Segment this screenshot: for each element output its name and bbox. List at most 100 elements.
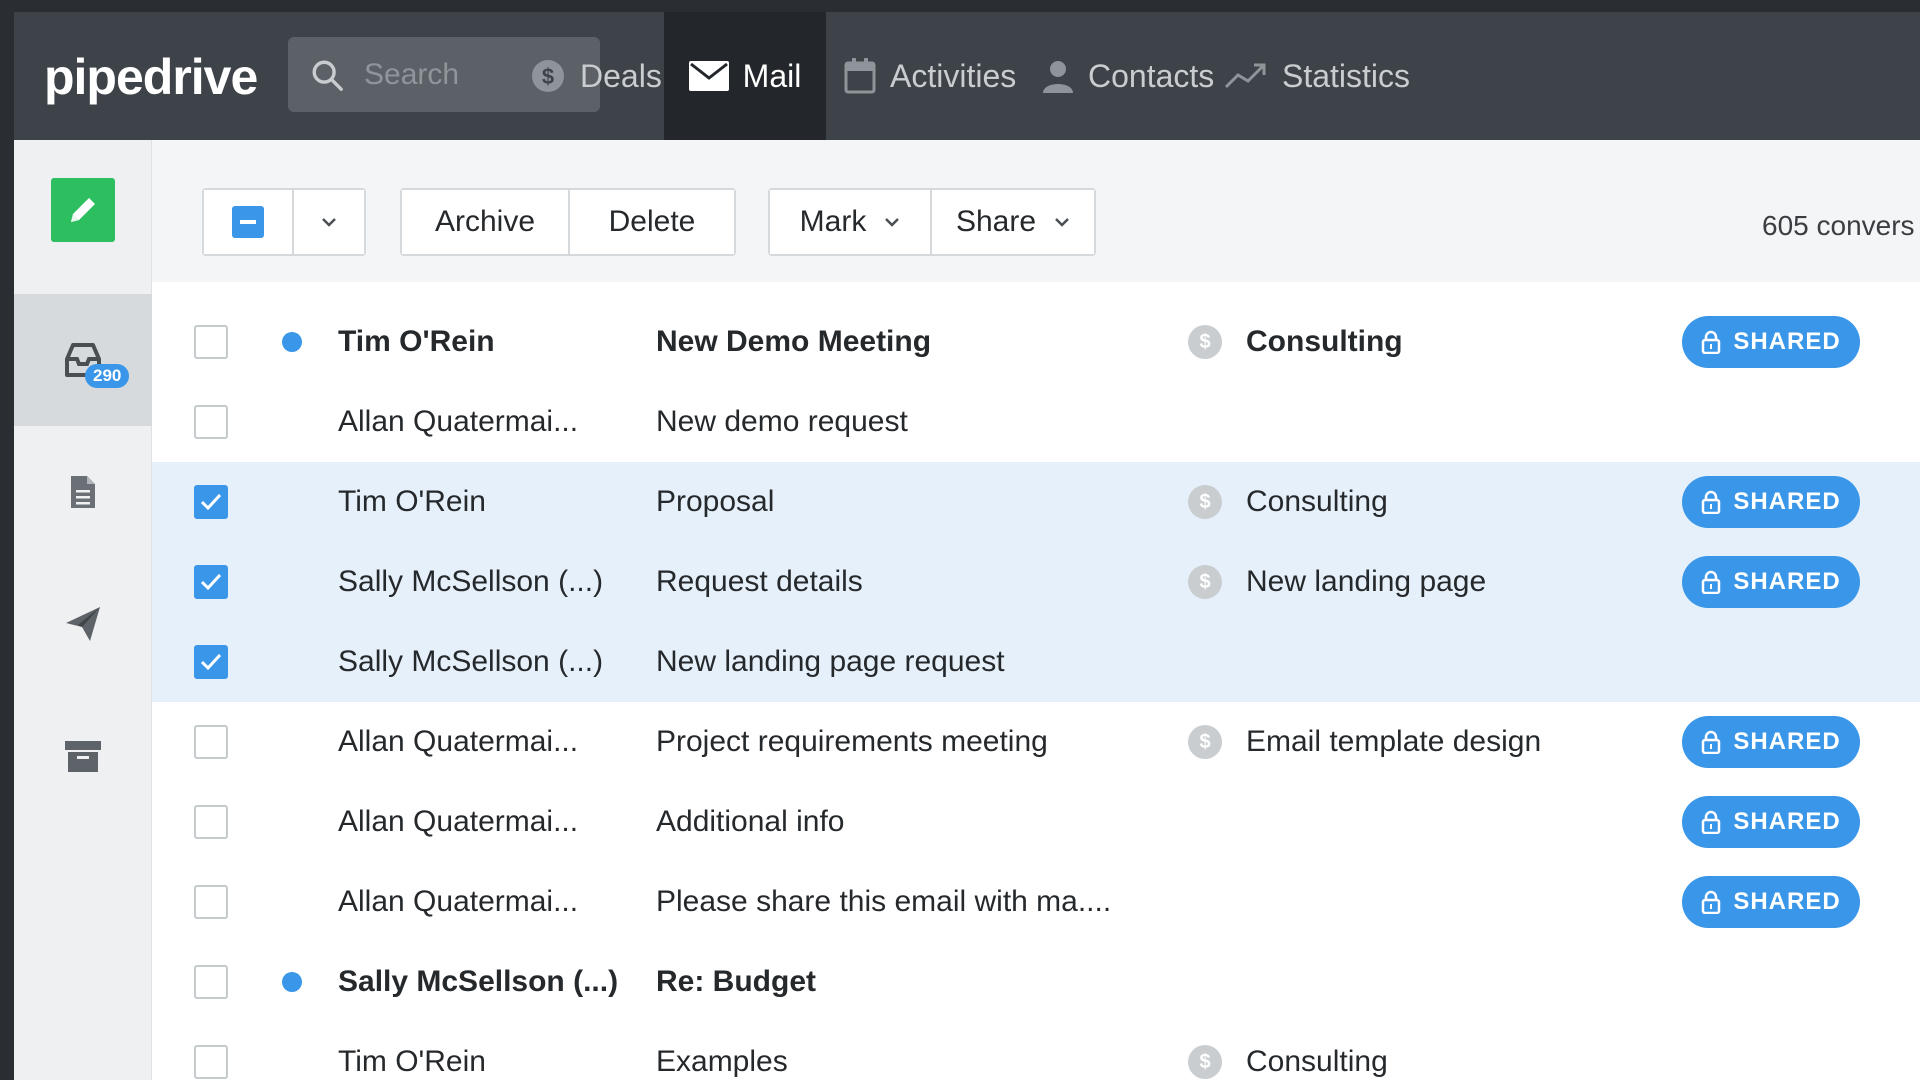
conversation-row[interactable]: Tim O'Rein Proposal $ Consulting SHARED [152,462,1920,542]
calendar-icon [844,58,876,94]
shared-badge[interactable]: SHARED [1682,796,1860,848]
share-dropdown-button[interactable]: Share [932,190,1094,254]
row-checkbox[interactable] [194,725,228,759]
select-dropdown-button[interactable] [294,190,364,254]
inbox-count-badge: 290 [85,364,130,388]
select-all-checkbox[interactable] [204,190,294,254]
mark-share-group: Mark Share [768,188,1096,256]
pipedrive-logo[interactable]: pipedrive [44,52,258,102]
person-icon [1042,59,1074,93]
shared-badge[interactable]: SHARED [1682,556,1860,608]
unread-dot [282,332,302,352]
compose-button[interactable] [51,178,115,242]
sender-name: Sally McSellson (...) [338,965,619,998]
dollar-icon: $ [1188,565,1222,599]
mail-sidebar: 290 [14,140,152,1080]
dollar-icon: $ [1188,325,1222,359]
row-checkbox[interactable] [194,1045,228,1079]
subject: Proposal [656,485,775,518]
sender-name: Sally McSellson (...) [338,565,604,598]
conversation-row[interactable]: Tim O'Rein Examples $ Consulting [152,1022,1920,1080]
sender-name: Allan Quatermai... [338,405,579,438]
shared-badge-label: SHARED [1733,568,1841,595]
nav-contacts-label: Contacts [1088,57,1215,94]
shared-badge[interactable]: SHARED [1682,476,1860,528]
envelope-icon [688,61,729,91]
sender-name: Sally McSellson (...) [338,645,604,678]
sender-name: Tim O'Rein [338,485,486,518]
mail-toolbar: Archive Delete Mark Share 605 convers [152,140,1920,282]
trend-icon [1224,61,1268,91]
conversation-row[interactable]: Sally McSellson (...) New landing page re… [152,622,1920,702]
lock-icon [1701,490,1721,514]
unread-dot [282,972,302,992]
shared-badge-label: SHARED [1733,888,1841,915]
nav-statistics[interactable]: Statistics [1224,12,1424,140]
conversation-row[interactable]: Allan Quatermai... New demo request [152,382,1920,462]
checkmark-icon [200,493,222,511]
shared-badge-label: SHARED [1733,328,1841,355]
archive-button[interactable]: Archive [402,190,570,254]
chevron-down-icon [322,218,336,227]
row-checkbox[interactable] [194,805,228,839]
nav-contacts[interactable]: Contacts [1042,12,1214,140]
nav-activities[interactable]: Activities [844,12,1016,140]
subject: New Demo Meeting [656,325,932,358]
row-checkbox[interactable] [194,565,228,599]
conversation-row[interactable]: Sally McSellson (...) Re: Budget [152,942,1920,1022]
subject: Additional info [656,805,845,838]
sidebar-item-drafts[interactable] [14,426,152,558]
row-checkbox[interactable] [194,965,228,999]
lock-icon [1701,810,1721,834]
nav-mail[interactable]: Mail [664,12,826,140]
shared-badge-label: SHARED [1733,808,1841,835]
shared-badge[interactable]: SHARED [1682,876,1860,928]
linked-deal[interactable]: Email template design [1246,725,1541,759]
lock-icon [1701,730,1721,754]
document-icon [71,476,95,508]
sidebar-item-archive[interactable] [14,690,152,822]
subject: Examples [656,1045,788,1078]
row-checkbox[interactable] [194,885,228,919]
chevron-down-icon [1054,217,1070,227]
conversation-row[interactable]: Allan Quatermai... Project requirements m… [152,702,1920,782]
linked-deal[interactable]: Consulting [1246,485,1388,519]
row-checkbox[interactable] [194,645,228,679]
sidebar-item-inbox[interactable]: 290 [14,294,152,426]
search-icon [312,60,343,91]
sender-name: Tim O'Rein [338,1045,486,1078]
conversation-row[interactable]: Allan Quatermai... Please share this emai… [152,862,1920,942]
sender-name: Allan Quatermai... [338,805,579,838]
conversation-row[interactable]: Tim O'Rein New Demo Meeting $ Consulting SHA… [152,302,1920,382]
linked-deal[interactable]: Consulting [1246,325,1403,359]
pencil-icon [71,198,95,222]
conversation-row[interactable]: Sally McSellson (...) Request details $ New… [152,542,1920,622]
nav-deals[interactable]: $ Deals [530,12,686,140]
row-checkbox[interactable] [194,485,228,519]
mark-dropdown-button[interactable]: Mark [770,190,932,254]
archive-box-icon [65,741,101,772]
sidebar-item-sent[interactable] [14,558,152,690]
nav-statistics-label: Statistics [1282,57,1411,94]
row-checkbox[interactable] [194,325,228,359]
shared-badge-label: SHARED [1733,488,1841,515]
select-group [202,188,366,256]
shared-badge[interactable]: SHARED [1682,716,1860,768]
conversation-row[interactable]: Allan Quatermai... Additional info SHARED [152,782,1920,862]
delete-button[interactable]: Delete [570,190,734,254]
subject: New landing page request [656,645,1005,678]
conversation-list: Tim O'Rein New Demo Meeting $ Consulting SHA… [152,302,1920,1080]
row-checkbox[interactable] [194,405,228,439]
subject: Re: Budget [656,965,816,998]
minus-checkbox-icon [232,206,264,238]
lock-icon [1701,330,1721,354]
shared-badge[interactable]: SHARED [1682,316,1860,368]
conversation-count: 605 convers [1762,210,1915,241]
linked-deal[interactable]: Consulting [1246,1045,1388,1079]
linked-deal[interactable]: New landing page [1246,565,1486,599]
share-label: Share [955,205,1037,238]
dollar-icon: $ [1188,725,1222,759]
subject: Please share this email with ma.... [656,885,1112,918]
dollar-icon: $ [1188,485,1222,519]
app-window: pipedrive $ Deals Mail Activities [14,12,1920,1080]
